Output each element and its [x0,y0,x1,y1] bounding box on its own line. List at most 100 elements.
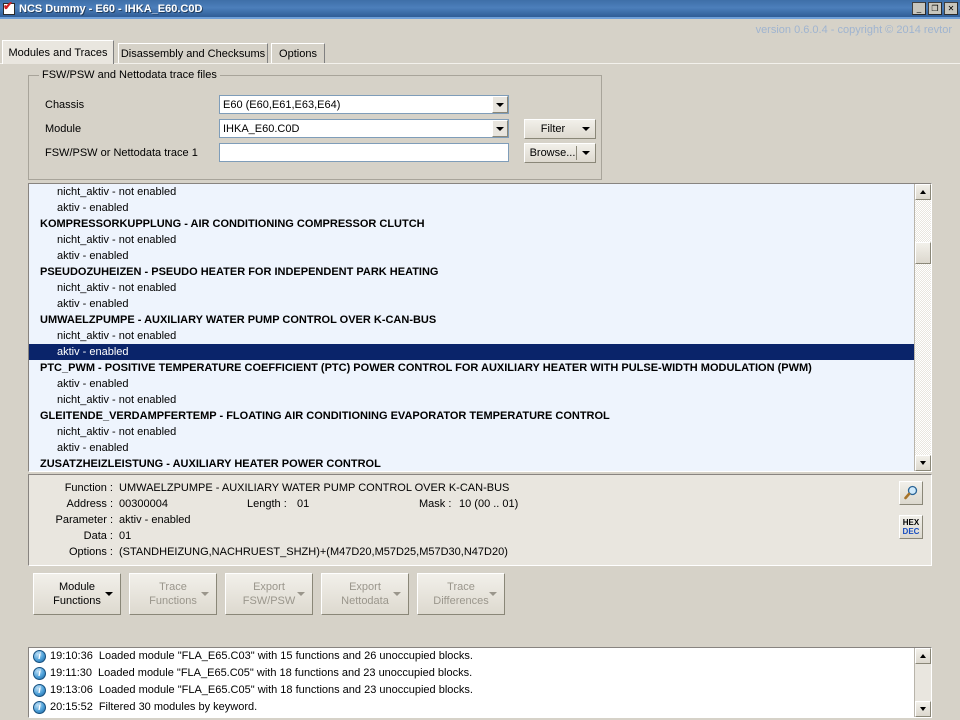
function-list[interactable]: nicht_aktiv - not enabled aktiv - enabled… [29,184,914,471]
option-row[interactable]: nicht_aktiv - not enabled [29,328,914,344]
tab-options[interactable]: Options [271,43,325,64]
option-row[interactable]: aktiv - enabled [29,200,914,216]
function-row[interactable]: GLEITENDE_VERDAMPFERTEMP - FLOATING AIR … [29,408,914,424]
filter-button[interactable]: Filter [524,119,596,139]
mask-value: 10 (00 .. 01) [459,498,519,510]
option-row[interactable]: aktiv - enabled [29,248,914,264]
function-row[interactable]: PSEUDOZUHEIZEN - PSEUDO HEATER FOR INDEP… [29,264,914,280]
trace-differences-line1: Trace [447,581,475,593]
function-details-panel: Function : UMWAELZPUMPE - AUXILIARY WATE… [28,474,932,566]
option-row[interactable]: nicht_aktiv - not enabled [29,232,914,248]
module-functions-line1: Module [58,581,96,593]
function-row[interactable]: UMWAELZPUMPE - AUXILIARY WATER PUMP CONT… [29,312,914,328]
info-icon: i [33,684,46,697]
trace-differences-line2: Differences [433,595,489,607]
address-value: 00300004 [119,498,168,510]
dec-label: DEC [902,527,920,536]
maximize-button[interactable]: ❐ [928,2,942,15]
scroll-up-button[interactable] [915,648,931,664]
chevron-down-icon [105,592,113,596]
chevron-down-icon[interactable] [492,96,508,113]
length-label: Length : [247,498,287,510]
log-scrollbar[interactable] [914,648,931,717]
export-fsw-psw-button[interactable]: Export FSW/PSW [225,573,313,615]
parameter-label: Parameter : [55,514,113,526]
tab-disassembly-and-checksums[interactable]: Disassembly and Checksums [118,43,268,64]
chassis-combobox[interactable]: E60 (E60,E61,E63,E64) [219,95,509,114]
application-window: NCS Dummy - E60 - IHKA_E60.C0D _ ❐ ✕ ver… [0,0,960,720]
log-entry: i 19:11:30 Loaded module "FLA_E65.C05" wit… [29,665,914,682]
function-label: Function : [64,482,113,494]
magnifier-icon-button[interactable] [899,481,923,505]
chevron-down-icon[interactable] [577,127,595,131]
scroll-down-button[interactable] [915,701,931,717]
log-message: Loaded module "FLA_E65.C03" with 15 func… [98,650,473,662]
option-row[interactable]: nicht_aktiv - not enabled [29,184,914,200]
chevron-down-icon[interactable] [577,151,595,155]
scroll-down-button[interactable] [915,455,931,471]
trace-file-input[interactable] [219,143,509,162]
hex-dec-toggle-button[interactable]: HEX DEC [899,515,923,539]
chevron-down-icon [393,592,401,596]
trace-file-label: FSW/PSW or Nettodata trace 1 [45,147,198,159]
function-list-scrollbar[interactable] [914,184,931,471]
export-nettodata-button[interactable]: Export Nettodata [321,573,409,615]
log-message: Loaded module "FLA_E65.C05" with 18 func… [98,667,473,679]
info-icon: i [33,701,46,714]
option-row[interactable]: aktiv - enabled [29,376,914,392]
mask-label: Mask : [419,498,452,510]
hex-label: HEX [902,518,920,527]
chevron-down-icon[interactable] [492,120,508,137]
trace-functions-line2: Functions [149,595,197,607]
filter-button-label: Filter [540,123,566,135]
option-row[interactable]: nicht_aktiv - not enabled [29,280,914,296]
option-row[interactable]: aktiv - enabled [29,440,914,456]
trace-functions-button[interactable]: Trace Functions [129,573,217,615]
option-row[interactable]: nicht_aktiv - not enabled [29,424,914,440]
function-row[interactable]: PTC_PWM - POSITIVE TEMPERATURE COEFFICIE… [29,360,914,376]
checkbox-checked-icon [3,0,15,15]
info-icon: i [33,667,46,680]
close-button[interactable]: ✕ [944,2,958,15]
option-row[interactable]: aktiv - enabled [29,296,914,312]
parameter-value: aktiv - enabled [119,514,191,526]
length-value: 01 [297,498,310,510]
tab-strip: Modules and Traces Disassembly and Check… [0,40,960,64]
function-row[interactable]: ZUSATZHEIZLEISTUNG - AUXILIARY HEATER PO… [29,456,914,471]
log-panel[interactable]: i 19:10:36 Loaded module "FLA_E65.C03" wit… [28,647,932,718]
scrollbar-thumb[interactable] [915,242,931,264]
browse-button-label: Browse... [529,147,576,159]
option-row[interactable]: nicht_aktiv - not enabled [29,392,914,408]
title-bar: NCS Dummy - E60 - IHKA_E60.C0D _ ❐ ✕ [0,0,960,17]
module-functions-line2: Functions [53,595,101,607]
function-row[interactable]: KOMPRESSORKUPPLUNG - AIR CONDITIONING CO… [29,216,914,232]
scroll-up-button[interactable] [915,184,931,200]
version-banner: version 0.6.0.4 - copyright © 2014 revto… [0,17,960,40]
tab-modules-and-traces[interactable]: Modules and Traces [2,40,114,64]
magnifier-icon [904,485,918,500]
log-timestamp: 19:10:36 [50,650,93,662]
trace-functions-line1: Trace [159,581,187,593]
window-title: NCS Dummy - E60 - IHKA_E60.C0D [19,2,203,15]
chevron-down-icon [489,592,497,596]
log-entry: i 19:10:36 Loaded module "FLA_E65.C03" wit… [29,648,914,665]
export-nettodata-line2: Nettodata [341,595,389,607]
module-combobox[interactable]: IHKA_E60.C0D [219,119,509,138]
tab-content-modules-and-traces: FSW/PSW and Nettodata trace files Chassi… [0,64,960,720]
log-timestamp: 19:11:30 [50,667,93,679]
address-label: Address : [66,498,113,510]
export-fsw-psw-line1: Export [253,581,285,593]
log-message: Filtered 30 modules by keyword. [98,701,258,713]
option-row[interactable]: aktiv - enabled [29,344,914,360]
module-functions-button[interactable]: Module Functions [33,573,121,615]
module-value: IHKA_E60.C0D [223,122,300,135]
function-value: UMWAELZPUMPE - AUXILIARY WATER PUMP CONT… [119,482,510,494]
minimize-button[interactable]: _ [912,2,926,15]
trace-differences-button[interactable]: Trace Differences [417,573,505,615]
log-timestamp: 20:15:52 [50,701,93,713]
groupbox-title: FSW/PSW and Nettodata trace files [39,69,220,81]
function-list-panel[interactable]: nicht_aktiv - not enabled aktiv - enabled… [28,183,932,472]
chassis-value: E60 (E60,E61,E63,E64) [223,98,341,111]
browse-button[interactable]: Browse... [524,143,596,163]
options-label: Options : [68,546,113,558]
